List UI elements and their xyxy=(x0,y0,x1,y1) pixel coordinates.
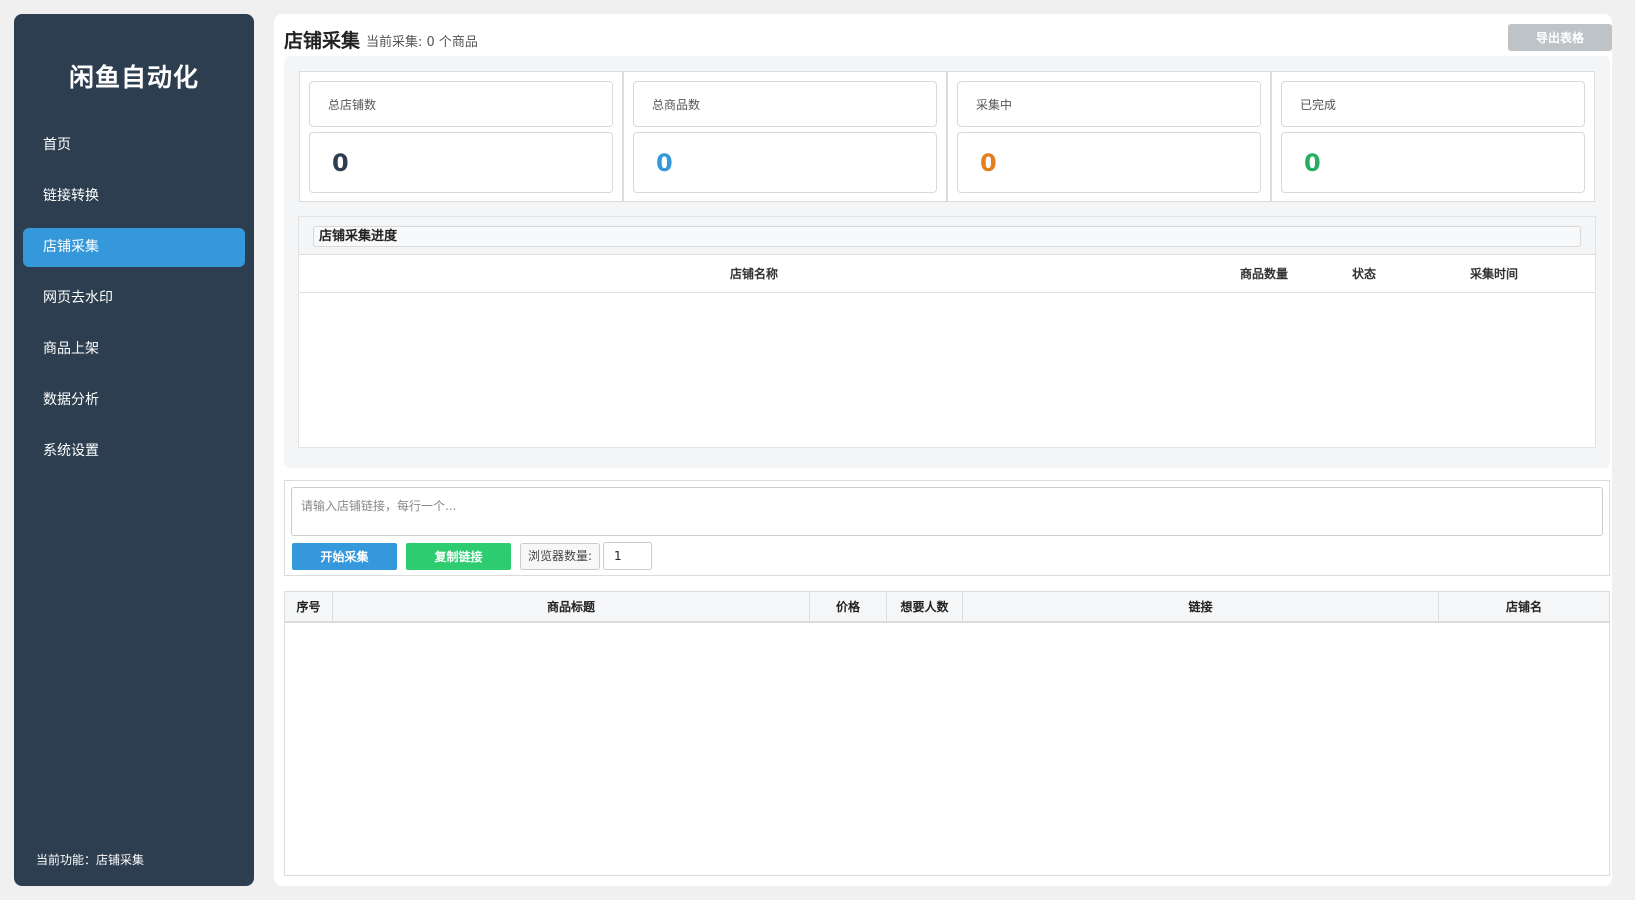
shop-progress-panel: 店铺采集进度 店铺名称 商品数量 状态 采集时间 xyxy=(298,216,1596,448)
progress-header: 店铺采集进度 xyxy=(299,217,1595,255)
stat-label: 已完成 xyxy=(1281,81,1585,127)
browser-count-label: 浏览器数量: xyxy=(520,543,600,570)
column-header-link[interactable]: 链接 xyxy=(963,592,1439,623)
export-table-button[interactable]: 导出表格 xyxy=(1508,24,1612,51)
sidebar-item-data-analysis[interactable]: 数据分析 xyxy=(23,381,245,420)
column-header-collect-time[interactable]: 采集时间 xyxy=(1409,255,1579,293)
shop-links-input[interactable] xyxy=(291,487,1603,536)
stat-value: 0 xyxy=(1281,132,1585,193)
stats-area: 总店铺数 0 总商品数 0 采集中 0 已完成 0 店铺采集进度 店铺名称 商品… xyxy=(284,56,1610,468)
sidebar-item-settings[interactable]: 系统设置 xyxy=(23,432,245,471)
browser-count-input[interactable] xyxy=(603,542,652,570)
column-header-product-count[interactable]: 商品数量 xyxy=(1209,255,1319,293)
current-function-label: 当前功能：店铺采集 xyxy=(36,853,145,867)
stat-card-total-products: 总商品数 0 xyxy=(623,71,947,202)
progress-table-header: 店铺名称 商品数量 状态 采集时间 xyxy=(299,255,1595,293)
stat-label: 总商品数 xyxy=(633,81,937,127)
sidebar-item-watermark-remove[interactable]: 网页去水印 xyxy=(23,279,245,318)
stat-label: 采集中 xyxy=(957,81,1261,127)
sidebar-item-link-convert[interactable]: 链接转换 xyxy=(23,177,245,216)
column-header-title[interactable]: 商品标题 xyxy=(333,592,810,623)
start-collect-button[interactable]: 开始采集 xyxy=(292,543,397,570)
stat-card-total-shops: 总店铺数 0 xyxy=(299,71,623,202)
column-header-price[interactable]: 价格 xyxy=(810,592,887,623)
app-brand: 闲鱼自动化 xyxy=(68,63,199,92)
stat-label: 总店铺数 xyxy=(309,81,613,127)
stat-value: 0 xyxy=(957,132,1261,193)
column-header-wants[interactable]: 想要人数 xyxy=(887,592,963,623)
sidebar-item-shop-collect[interactable]: 店铺采集 xyxy=(23,228,245,267)
app-window: 闲鱼自动化 首页 链接转换 店铺采集 网页去水印 商品上架 数据分析 系统设置 … xyxy=(0,0,1635,900)
progress-title: 店铺采集进度 xyxy=(313,226,1581,247)
stat-card-collecting: 采集中 0 xyxy=(947,71,1271,202)
column-header-status[interactable]: 状态 xyxy=(1319,255,1409,293)
copy-links-button[interactable]: 复制链接 xyxy=(406,543,511,570)
results-table-header: 序号 商品标题 价格 想要人数 链接 店铺名 xyxy=(285,592,1609,623)
column-header-shop-name[interactable]: 店铺名称 xyxy=(299,255,1209,293)
collect-input-panel: 开始采集 复制链接 浏览器数量: xyxy=(284,480,1610,576)
column-header-shop-name[interactable]: 店铺名 xyxy=(1439,592,1609,623)
sidebar-item-product-listing[interactable]: 商品上架 xyxy=(23,330,245,369)
main-panel: 店铺采集 当前采集: 0 个商品 导出表格 总店铺数 0 总商品数 0 采集中 … xyxy=(274,14,1612,886)
collect-count-status: 当前采集: 0 个商品 xyxy=(366,35,478,50)
product-results-table: 序号 商品标题 价格 想要人数 链接 店铺名 xyxy=(284,591,1610,876)
stat-value: 0 xyxy=(633,132,937,193)
stat-card-completed: 已完成 0 xyxy=(1271,71,1595,202)
sidebar: 闲鱼自动化 首页 链接转换 店铺采集 网页去水印 商品上架 数据分析 系统设置 … xyxy=(14,14,254,886)
page-title: 店铺采集 xyxy=(284,30,361,52)
sidebar-item-home[interactable]: 首页 xyxy=(23,126,245,165)
column-header-index[interactable]: 序号 xyxy=(285,592,333,623)
stat-value: 0 xyxy=(309,132,613,193)
